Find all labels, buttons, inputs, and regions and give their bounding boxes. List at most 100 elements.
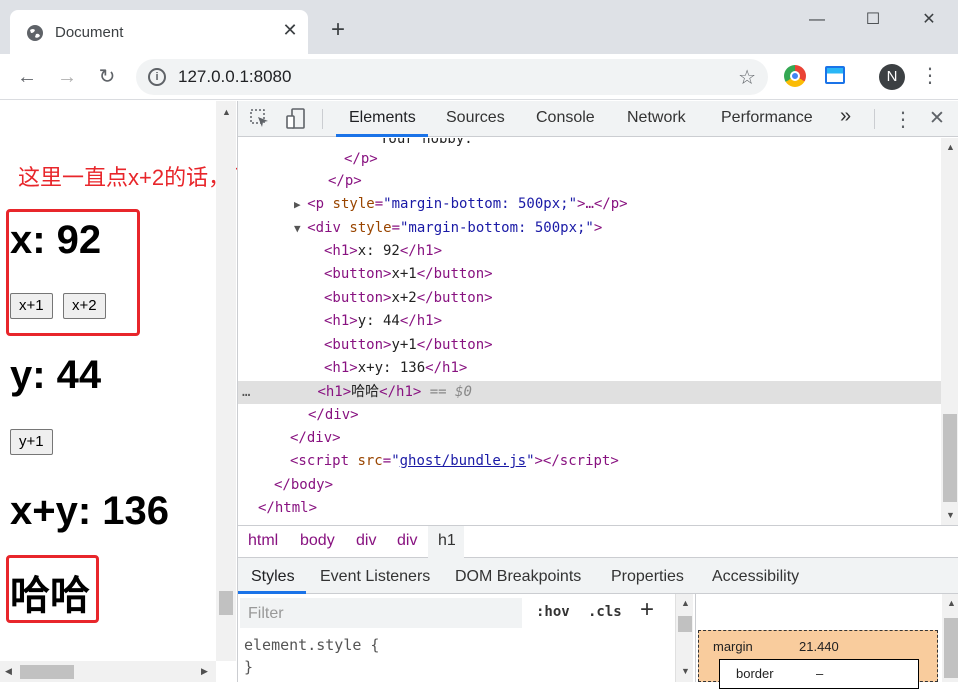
new-style-rule-icon[interactable]: + bbox=[640, 596, 654, 624]
inspect-element-icon[interactable] bbox=[250, 109, 270, 129]
y-heading: y: 44 bbox=[10, 353, 102, 397]
x-plus-2-button[interactable]: x+2 bbox=[63, 293, 106, 319]
border-value[interactable]: – bbox=[816, 666, 823, 681]
globe-icon bbox=[27, 25, 43, 41]
dom-line[interactable]: <button>x+2</button> bbox=[238, 287, 941, 310]
styles-scrollbar[interactable]: ▲ ▼ bbox=[675, 594, 693, 682]
devtools-menu-kebab-icon[interactable]: ⋮ bbox=[893, 107, 913, 132]
dom-line[interactable]: ▼ <div style="margin-bottom: 500px;"> bbox=[238, 217, 941, 240]
dom-line[interactable]: </body> bbox=[238, 474, 941, 497]
scrollbar-thumb[interactable] bbox=[944, 618, 958, 678]
dom-line[interactable]: <script src="ghost/bundle.js"></script> bbox=[238, 450, 941, 473]
tab-performance[interactable]: Performance bbox=[721, 109, 813, 127]
class-toggle[interactable]: .cls bbox=[588, 604, 622, 620]
collapse-triangle-icon[interactable]: ▼ bbox=[294, 222, 307, 235]
y-plus-1-button[interactable]: y+1 bbox=[10, 429, 53, 455]
tab-sources[interactable]: Sources bbox=[446, 109, 505, 127]
scrollbar-thumb[interactable] bbox=[20, 665, 74, 679]
active-tab-indicator bbox=[336, 134, 428, 137]
more-tabs-icon[interactable]: » bbox=[840, 105, 851, 128]
element-style-rule[interactable]: element.style { bbox=[244, 636, 379, 654]
dom-line[interactable]: </div> bbox=[238, 427, 941, 450]
dom-line[interactable]: </p> bbox=[238, 170, 941, 193]
styles-filter-input[interactable]: Filter bbox=[240, 598, 522, 628]
extension-window-icon[interactable] bbox=[825, 66, 845, 84]
margin-label: margin bbox=[713, 639, 753, 654]
scroll-up-arrow-icon[interactable]: ▲ bbox=[681, 598, 690, 608]
dom-line[interactable]: </html> bbox=[238, 497, 941, 520]
crumb-html[interactable]: html bbox=[248, 532, 278, 550]
dom-line[interactable]: <button>y+1</button> bbox=[238, 334, 941, 357]
crumb-div[interactable]: div bbox=[397, 532, 417, 550]
info-icon[interactable]: i bbox=[148, 68, 166, 86]
device-toolbar-icon[interactable] bbox=[286, 108, 306, 130]
devtools-tab-bar: Elements Sources Console Network Perform… bbox=[238, 101, 958, 137]
filter-placeholder: Filter bbox=[248, 605, 284, 622]
tab-dom-breakpoints[interactable]: DOM Breakpoints bbox=[455, 568, 581, 586]
tab-event-listeners[interactable]: Event Listeners bbox=[320, 568, 430, 586]
reload-icon[interactable]: ↻ bbox=[94, 64, 120, 90]
close-window-icon[interactable]: ✕ bbox=[914, 8, 944, 32]
page-horizontal-scrollbar[interactable]: ◀ ▶ bbox=[0, 661, 216, 682]
node-actions-ellipsis-icon[interactable]: … bbox=[242, 384, 250, 400]
scroll-up-arrow-icon[interactable]: ▲ bbox=[947, 598, 956, 608]
toolbar-divider bbox=[322, 109, 323, 129]
tab-accessibility[interactable]: Accessibility bbox=[712, 568, 799, 586]
toolbar-divider bbox=[874, 109, 875, 129]
script-src-link[interactable]: ghost/bundle.js bbox=[400, 453, 526, 469]
crumb-h1[interactable]: h1 bbox=[438, 532, 456, 550]
styles-pane: Filter :hov .cls + element.style { } ▲ ▼ bbox=[238, 594, 693, 682]
x-heading: x: 92 bbox=[10, 218, 102, 262]
scrollbar-thumb[interactable] bbox=[219, 591, 233, 615]
maximize-icon[interactable]: ☐ bbox=[858, 8, 888, 32]
margin-box[interactable]: margin 21.440 border – bbox=[698, 630, 938, 689]
hover-state-toggle[interactable]: :hov bbox=[536, 604, 570, 620]
page-vertical-scrollbar[interactable]: ▲ bbox=[216, 101, 236, 661]
url-text[interactable]: 127.0.0.1:8080 bbox=[178, 67, 291, 87]
scroll-down-arrow-icon[interactable]: ▼ bbox=[681, 666, 690, 676]
devtools-close-icon[interactable]: ✕ bbox=[929, 107, 945, 130]
scrollbar-thumb[interactable] bbox=[943, 414, 957, 502]
box-model-scrollbar[interactable]: ▲ bbox=[942, 594, 958, 682]
menu-kebab-icon[interactable]: ⋮ bbox=[920, 63, 940, 89]
scroll-left-arrow-icon[interactable]: ◀ bbox=[5, 666, 12, 677]
minimize-icon[interactable]: — bbox=[802, 8, 832, 32]
new-tab-button[interactable]: + bbox=[326, 18, 350, 42]
dom-line[interactable]: <h1>x: 92</h1> bbox=[238, 240, 941, 263]
tab-console[interactable]: Console bbox=[536, 109, 595, 127]
margin-value[interactable]: 21.440 bbox=[799, 639, 839, 654]
tab-title: Document bbox=[55, 24, 124, 41]
sum-heading: x+y: 136 bbox=[10, 489, 170, 533]
tab-styles[interactable]: Styles bbox=[251, 568, 295, 586]
dom-line[interactable]: <h1>x+y: 136</h1> bbox=[238, 357, 941, 380]
chrome-extension-icon[interactable] bbox=[784, 65, 806, 87]
dom-line[interactable]: <button>x+1</button> bbox=[238, 263, 941, 286]
border-box[interactable]: border – bbox=[719, 659, 919, 689]
elements-scrollbar[interactable]: ▲ ▼ bbox=[941, 138, 958, 525]
tab-elements[interactable]: Elements bbox=[349, 109, 416, 127]
browser-tab[interactable]: Document ✕ bbox=[10, 10, 308, 54]
tab-properties[interactable]: Properties bbox=[611, 568, 684, 586]
browser-toolbar: ← → ↻ i 127.0.0.1:8080 ☆ N ⋮ bbox=[0, 54, 958, 100]
dom-line[interactable]: </p> bbox=[238, 148, 941, 171]
tab-close-icon[interactable]: ✕ bbox=[280, 20, 300, 41]
forward-icon[interactable]: → bbox=[54, 64, 80, 90]
crumb-body[interactable]: body bbox=[300, 532, 335, 550]
tab-network[interactable]: Network bbox=[627, 109, 686, 127]
bookmark-star-icon[interactable]: ☆ bbox=[738, 65, 756, 90]
back-icon[interactable]: ← bbox=[14, 64, 40, 90]
dom-line[interactable]: </div> bbox=[238, 404, 941, 427]
dom-line[interactable]: <h1>y: 44</h1> bbox=[238, 310, 941, 333]
dom-line-selected[interactable]: … <h1>哈哈</h1> == $0 bbox=[238, 381, 941, 404]
dom-line[interactable]: ▶ <p style="margin-bottom: 500px;">…</p> bbox=[238, 193, 941, 216]
scrollbar-thumb[interactable] bbox=[678, 616, 692, 632]
scroll-right-arrow-icon[interactable]: ▶ bbox=[201, 666, 208, 677]
scroll-up-arrow-icon[interactable]: ▲ bbox=[946, 142, 955, 152]
profile-avatar[interactable]: N bbox=[879, 64, 905, 90]
scroll-up-arrow-icon[interactable]: ▲ bbox=[222, 107, 231, 117]
address-bar[interactable]: i 127.0.0.1:8080 ☆ bbox=[136, 59, 768, 95]
crumb-div[interactable]: div bbox=[356, 532, 376, 550]
x-plus-1-button[interactable]: x+1 bbox=[10, 293, 53, 319]
expand-triangle-icon[interactable]: ▶ bbox=[294, 198, 307, 211]
scroll-down-arrow-icon[interactable]: ▼ bbox=[946, 510, 955, 520]
